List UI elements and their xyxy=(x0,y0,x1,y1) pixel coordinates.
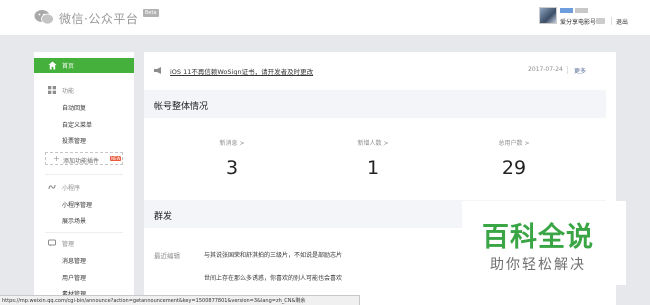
sidebar-divider xyxy=(45,174,123,175)
sidebar-divider xyxy=(45,232,123,233)
sidebar: 首页 功能 自动回复 自定义菜单 投票管理 + 添加功能插件 NEW 小程序 小… xyxy=(34,52,134,305)
recent-edit-label: 最近编辑 xyxy=(154,252,180,260)
stat-label: 新消息 > xyxy=(219,140,245,147)
mail-icon[interactable] xyxy=(596,18,605,24)
sidebar-item-miniprogram-management[interactable]: 小程序管理 xyxy=(62,200,92,209)
stat-value: 3 xyxy=(225,157,239,179)
add-plugin-button[interactable]: + 添加功能插件 NEW xyxy=(45,152,123,165)
speaker-icon xyxy=(154,67,161,74)
more-link[interactable]: 更多 xyxy=(574,66,586,75)
header-divider xyxy=(611,17,612,25)
plus-icon: + xyxy=(53,154,60,163)
mass-send-title: 群发 xyxy=(154,212,173,222)
verified-tag-icon xyxy=(560,8,573,13)
add-plugin-label: 添加功能插件 xyxy=(63,158,100,165)
announcement-date: 2017-07-24 xyxy=(528,66,563,73)
browser-status-bar: https://mp.weixin.qq.com/cgi-bin/announc… xyxy=(0,295,360,305)
notice-divider xyxy=(567,66,568,74)
stat-new-messages[interactable]: 新消息 > 3 xyxy=(162,138,302,179)
stat-value: 29 xyxy=(501,157,527,179)
sidebar-group-title: 管理 xyxy=(62,241,75,248)
sidebar-item-display-scenes[interactable]: 展示场景 xyxy=(62,216,86,225)
logout-link[interactable]: 退出 xyxy=(616,17,628,26)
wechat-logo-icon[interactable] xyxy=(34,9,54,25)
sidebar-group-title: 小程序 xyxy=(62,185,81,192)
top-bar: 微信·公众平台 Beta 爱分享电影号 退出 xyxy=(0,0,650,36)
platform-title[interactable]: 微信·公众平台 xyxy=(59,10,138,27)
stat-total-users[interactable]: 总用户数 > 29 xyxy=(444,138,584,179)
stat-value: 1 xyxy=(366,157,380,179)
sidebar-item-home[interactable]: 首页 xyxy=(34,58,134,73)
sidebar-item-custom-menu[interactable]: 自定义菜单 xyxy=(62,120,92,129)
stat-label: 新增人数 > xyxy=(357,140,389,147)
chat-icon xyxy=(48,239,56,247)
watermark-title: 百科全说 xyxy=(482,222,594,253)
sidebar-item-message-management[interactable]: 消息管理 xyxy=(62,256,86,265)
sidebar-item-user-management[interactable]: 用户管理 xyxy=(62,273,86,282)
overview-title: 帐号整体情况 xyxy=(154,102,209,112)
sidebar-item-auto-reply[interactable]: 自动回复 xyxy=(62,103,86,112)
account-type-tag-icon xyxy=(575,8,588,13)
overview-header: 帐号整体情况 xyxy=(144,90,606,118)
stat-label: 总用户数 > xyxy=(498,140,530,147)
account-tags xyxy=(560,7,590,15)
new-badge: NEW xyxy=(110,156,122,161)
announcement-link[interactable]: iOS 11不再信赖WoSign证书，请开发者及时更改 xyxy=(170,66,313,76)
watermark-overlay: 百科全说 助你轻松解决 xyxy=(462,201,626,285)
recent-message-item[interactable]: 与其说张国荣和舒淇拍的三级片，不如说是部励志片 xyxy=(204,250,342,259)
account-avatar[interactable] xyxy=(539,7,557,24)
link-icon xyxy=(48,184,56,190)
watermark-subtitle: 助你轻松解决 xyxy=(490,257,586,273)
account-name[interactable]: 爱分享电影号 xyxy=(560,17,596,26)
status-url: https://mp.weixin.qq.com/cgi-bin/announc… xyxy=(2,298,306,304)
grid-icon xyxy=(48,86,56,94)
sidebar-item-vote-management[interactable]: 投票管理 xyxy=(62,136,86,145)
sidebar-group-title: 功能 xyxy=(62,88,75,95)
beta-badge: Beta xyxy=(143,9,159,17)
stat-new-followers[interactable]: 新增人数 > 1 xyxy=(303,138,443,179)
home-icon xyxy=(48,61,57,70)
recent-message-item[interactable]: 世间上存在那么多诱惑，你喜欢的别人可能也会喜欢 xyxy=(204,273,342,282)
sidebar-item-label: 首页 xyxy=(62,63,75,70)
